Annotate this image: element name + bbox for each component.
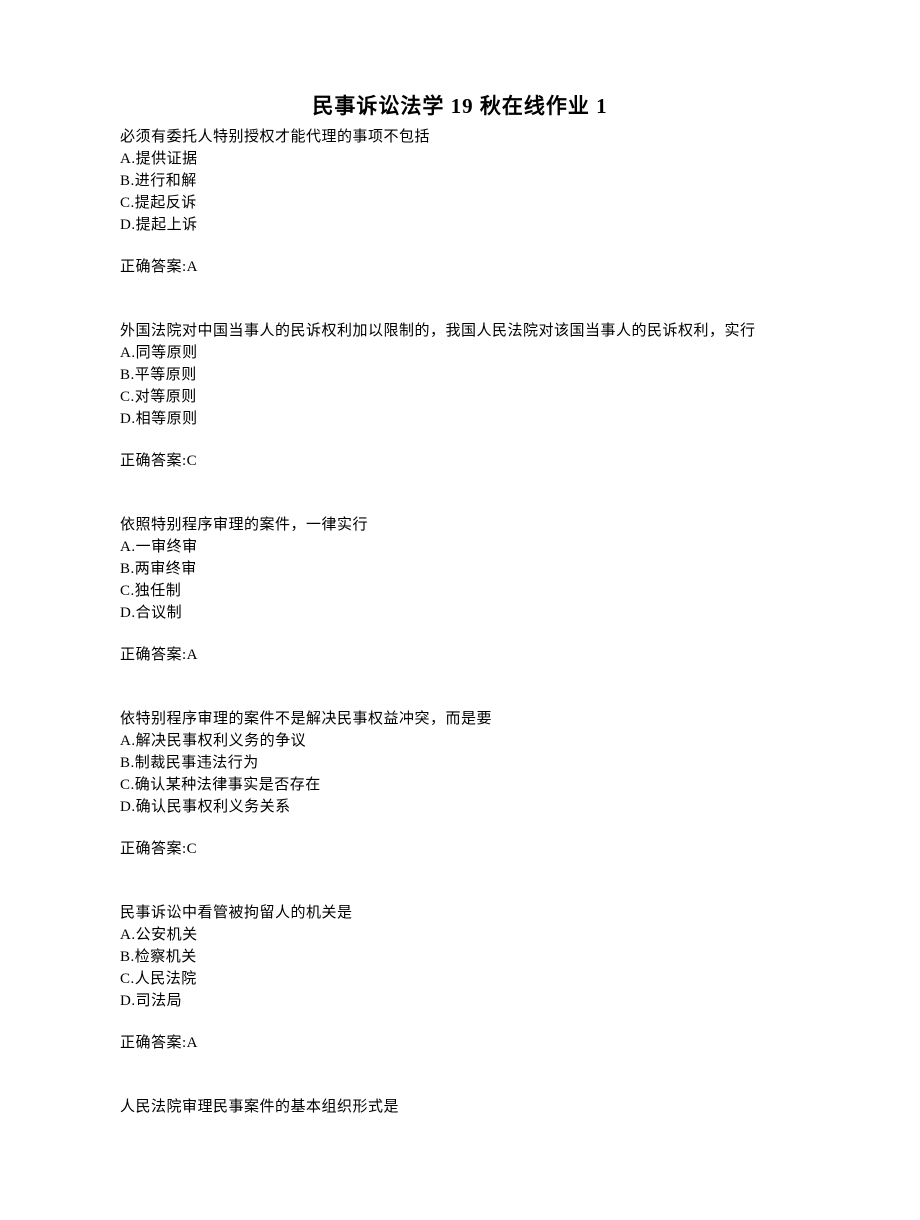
choice-c: C.独任制 [120,580,800,602]
choice-d: D.司法局 [120,990,800,1012]
correct-answer: 正确答案:C [120,450,800,472]
choice-b: B.制裁民事违法行为 [120,752,800,774]
choice-a: A.同等原则 [120,342,800,364]
choice-c: C.人民法院 [120,968,800,990]
correct-answer: 正确答案:C [120,838,800,860]
choice-c: C.确认某种法律事实是否存在 [120,774,800,796]
question-stem: 人民法院审理民事案件的基本组织形式是 [120,1096,800,1118]
choice-a: A.解决民事权利义务的争议 [120,730,800,752]
page-title: 民事诉讼法学 19 秋在线作业 1 [120,90,800,120]
question-6: 人民法院审理民事案件的基本组织形式是 [120,1096,800,1118]
question-1: 必须有委托人特别授权才能代理的事项不包括 A.提供证据 B.进行和解 C.提起反… [120,126,800,278]
choice-d: D.相等原则 [120,408,800,430]
choice-d: D.提起上诉 [120,214,800,236]
choice-d: D.确认民事权利义务关系 [120,796,800,818]
correct-answer: 正确答案:A [120,644,800,666]
question-stem: 民事诉讼中看管被拘留人的机关是 [120,902,800,924]
choice-b: B.进行和解 [120,170,800,192]
question-stem: 依特别程序审理的案件不是解决民事权益冲突，而是要 [120,708,800,730]
question-stem: 依照特别程序审理的案件，一律实行 [120,514,800,536]
question-stem: 外国法院对中国当事人的民诉权利加以限制的，我国人民法院对该国当事人的民诉权利，实… [120,320,800,342]
question-5: 民事诉讼中看管被拘留人的机关是 A.公安机关 B.检察机关 C.人民法院 D.司… [120,902,800,1054]
choice-c: C.对等原则 [120,386,800,408]
question-3: 依照特别程序审理的案件，一律实行 A.一审终审 B.两审终审 C.独任制 D.合… [120,514,800,666]
choice-b: B.两审终审 [120,558,800,580]
choice-b: B.平等原则 [120,364,800,386]
correct-answer: 正确答案:A [120,256,800,278]
choice-a: A.一审终审 [120,536,800,558]
choice-d: D.合议制 [120,602,800,624]
question-stem: 必须有委托人特别授权才能代理的事项不包括 [120,126,800,148]
choice-c: C.提起反诉 [120,192,800,214]
question-4: 依特别程序审理的案件不是解决民事权益冲突，而是要 A.解决民事权利义务的争议 B… [120,708,800,860]
question-2: 外国法院对中国当事人的民诉权利加以限制的，我国人民法院对该国当事人的民诉权利，实… [120,320,800,472]
choice-a: A.公安机关 [120,924,800,946]
choice-b: B.检察机关 [120,946,800,968]
choice-a: A.提供证据 [120,148,800,170]
correct-answer: 正确答案:A [120,1032,800,1054]
